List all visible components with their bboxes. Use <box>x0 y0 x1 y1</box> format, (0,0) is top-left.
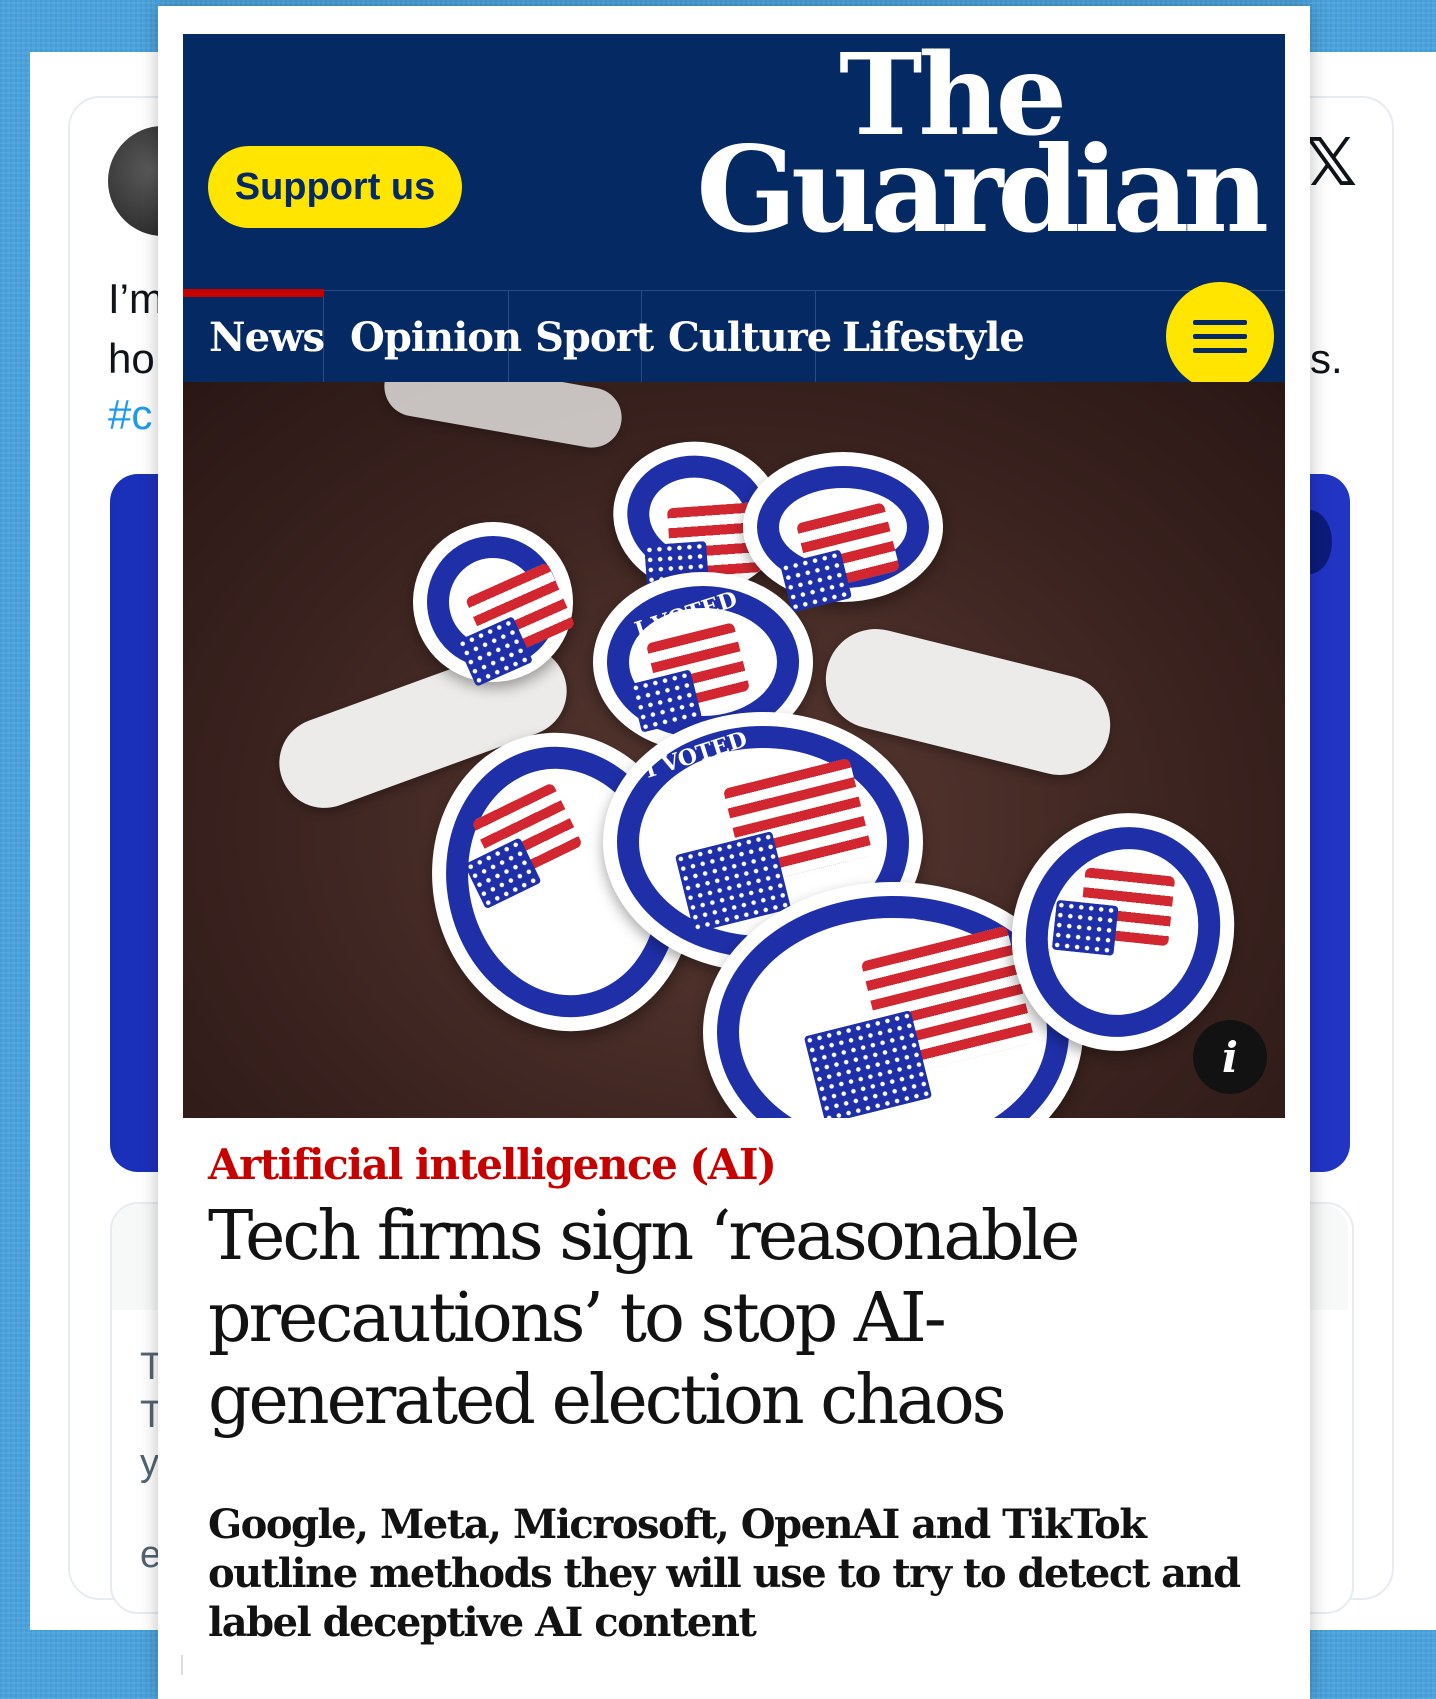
nav-item-sport[interactable]: Sport <box>509 291 654 383</box>
nav-item-opinion[interactable]: Opinion <box>324 291 522 383</box>
nav-label: Opinion <box>350 313 522 361</box>
guardian-logo[interactable]: The Guardian <box>696 40 1269 259</box>
image-info-icon[interactable]: i <box>1193 1020 1267 1094</box>
i-voted-sticker <box>743 452 943 613</box>
logo-line-guardian: Guardian <box>696 119 1269 259</box>
sticker-backing <box>379 382 627 453</box>
x-logo-icon[interactable]: 𝕏 <box>1304 124 1357 201</box>
tweet-hashtag[interactable]: #c <box>108 394 152 436</box>
nav-item-lifestyle[interactable]: Lifestyle <box>816 291 1025 383</box>
nav-label: Culture <box>668 313 832 361</box>
quote-text-line: y <box>140 1442 159 1484</box>
nav-item-culture[interactable]: Culture <box>642 291 832 383</box>
section-nav: News Opinion Sport Culture Lifestyle <box>183 289 1285 383</box>
tweet-text-line: ho <box>108 335 155 382</box>
hero-image-i-voted-stickers[interactable]: I VOTED I VOTED I VOTED <box>183 382 1285 1118</box>
nav-label: Sport <box>535 313 654 361</box>
nav-label: News <box>209 313 325 361</box>
nav-label: Lifestyle <box>842 313 1025 361</box>
hamburger-menu-icon[interactable] <box>1166 282 1274 390</box>
active-indicator <box>183 289 324 297</box>
divider <box>181 1655 183 1675</box>
support-us-button[interactable]: Support us <box>208 146 462 228</box>
article-kicker[interactable]: Artificial intelligence (AI) <box>208 1140 777 1189</box>
article-headline: Tech firms sign ‘reasonable precautions’… <box>208 1197 1080 1440</box>
tweet-text-fragment: s. <box>1310 335 1343 382</box>
nav-item-news[interactable]: News <box>183 289 325 383</box>
tweet-text-line: I’m <box>108 275 164 322</box>
article-standfirst: Google, Meta, Microsoft, OpenAI and TikT… <box>208 1501 1241 1646</box>
